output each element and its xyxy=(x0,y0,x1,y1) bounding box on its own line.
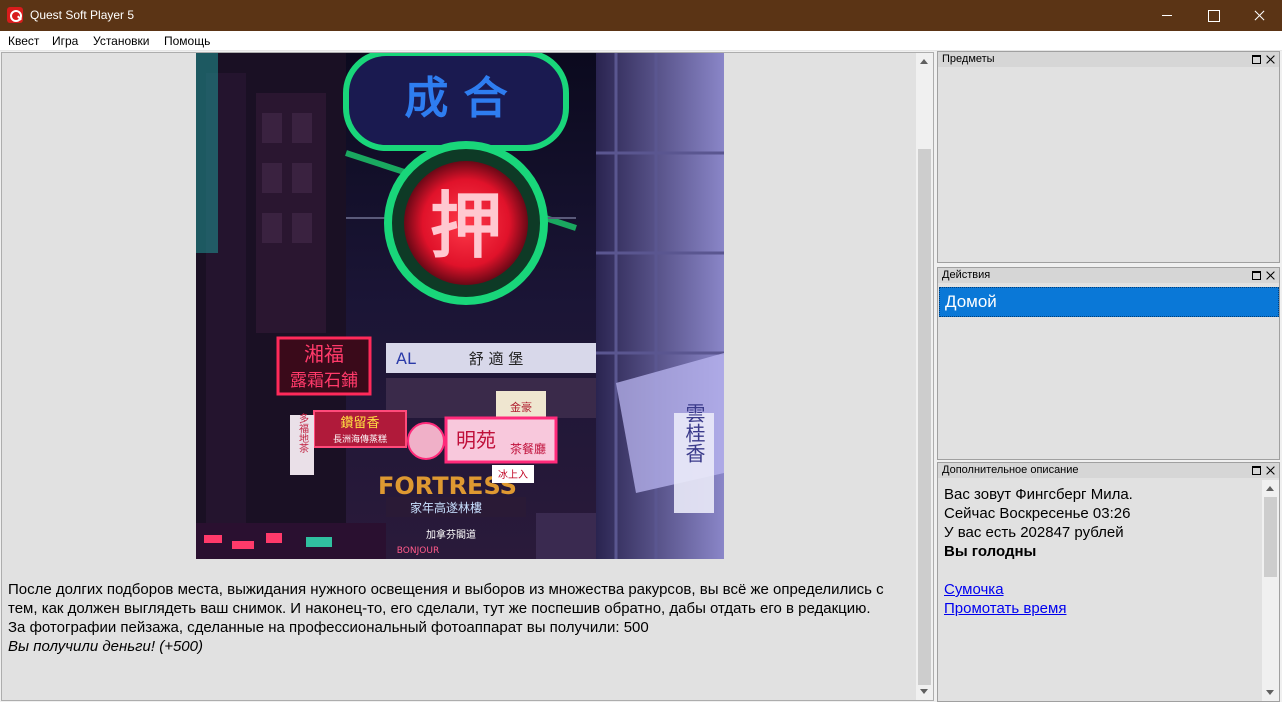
al-sign: AL xyxy=(396,349,416,368)
close-icon[interactable] xyxy=(1236,0,1282,31)
actions-panel-title: Действия xyxy=(942,269,991,281)
float-panel-icon[interactable] xyxy=(1252,271,1261,280)
scroll-up-icon[interactable] xyxy=(1266,486,1274,491)
close-panel-icon[interactable] xyxy=(1265,54,1275,64)
actions-panel-header: Действия xyxy=(938,268,1279,283)
float-panel-icon[interactable] xyxy=(1252,55,1261,64)
story-paragraph: За фотографии пейзажа, сделанные на проф… xyxy=(8,619,649,636)
pink-neon-sign-2: 茶餐廳 xyxy=(510,441,546,456)
neon-street-illustration: 成 合 押 湘福 露霜石鋪 AL 舒 適 堡 金豪 鑽留香 長洲海傳蒸糕 多福地… xyxy=(196,53,724,559)
hunger-status: Вы голодны xyxy=(944,543,1037,560)
ad-sign: 冰上入 xyxy=(498,468,528,481)
menu-help[interactable]: Помощь xyxy=(164,34,210,48)
description-body: Вас зовут Фингсберг Мила. Сейчас Воскрес… xyxy=(944,485,1259,618)
minimize-icon[interactable] xyxy=(1144,0,1190,31)
description-scrollbar[interactable] xyxy=(1262,480,1279,701)
window-title: Quest Soft Player 5 xyxy=(30,8,135,22)
menu-quest[interactable]: Квест xyxy=(8,34,39,48)
close-panel-icon[interactable] xyxy=(1265,465,1275,475)
pink-neon-sign: 明苑 xyxy=(456,428,496,452)
main-scrollbar[interactable] xyxy=(916,53,933,700)
scroll-thumb[interactable] xyxy=(918,149,931,685)
round-neon-sign: 押 xyxy=(430,184,502,268)
menu-settings[interactable]: Установки xyxy=(93,34,149,48)
menu-game[interactable]: Игра xyxy=(52,34,78,48)
skip-time-link[interactable]: Промотать время xyxy=(944,599,1259,618)
items-panel: Предметы xyxy=(937,51,1280,263)
quest-soft-logo-icon xyxy=(7,7,23,23)
money-message: Вы получили деньги! (+500) xyxy=(8,638,203,655)
scroll-thumb[interactable] xyxy=(1264,497,1277,577)
bag-link[interactable]: Сумочка xyxy=(944,580,1259,599)
middle-banner-sign: 舒 適 堡 xyxy=(469,350,524,368)
left-neon-sign-2: 露霜石鋪 xyxy=(290,371,358,391)
scroll-down-icon[interactable] xyxy=(920,689,928,694)
left-neon-sign: 湘福 xyxy=(304,342,344,366)
description-panel-title: Дополнительное описание xyxy=(942,464,1079,476)
items-panel-header: Предметы xyxy=(938,52,1279,67)
description-panel-header: Дополнительное описание xyxy=(938,463,1279,478)
items-panel-title: Предметы xyxy=(942,53,995,65)
bottom-sign: 加拿芬閣道 xyxy=(426,528,476,541)
float-panel-icon[interactable] xyxy=(1252,466,1261,475)
story-paragraph: После долгих подборов места, выжидания н… xyxy=(8,581,884,617)
main-area: 成 合 押 湘福 露霜石鋪 AL 舒 適 堡 金豪 鑽留香 長洲海傳蒸糕 多福地… xyxy=(0,51,1282,702)
main-description-pane: 成 合 押 湘福 露霜石鋪 AL 舒 適 堡 金豪 鑽留香 長洲海傳蒸糕 多福地… xyxy=(1,52,934,701)
title-bar: Quest Soft Player 5 xyxy=(0,0,1282,31)
red-shop-sign: 鑽留香 xyxy=(340,415,379,431)
actions-panel: Действия Домой xyxy=(937,267,1280,460)
extra-description-panel: Дополнительное описание Вас зовут Фингсб… xyxy=(937,462,1280,702)
scroll-up-icon[interactable] xyxy=(920,59,928,64)
pink-small-sign: 長洲海傳蒸糕 xyxy=(333,433,387,445)
top-neon-sign: 成 合 xyxy=(404,73,507,124)
left-vertical-sign: 多福地茶 xyxy=(297,412,309,453)
time-line: Сейчас Воскресенье 03:26 xyxy=(944,505,1131,522)
close-panel-icon[interactable] xyxy=(1265,270,1275,280)
player-name-line: Вас зовут Фингсберг Мила. xyxy=(944,486,1133,503)
scroll-down-icon[interactable] xyxy=(1266,690,1274,695)
small-sign: 金豪 xyxy=(510,400,532,414)
action-home[interactable]: Домой xyxy=(939,287,1279,317)
shop-sign: 家年高遂林樓 xyxy=(410,500,482,515)
bonjour-sign: BONJOUR xyxy=(397,546,439,556)
maximize-icon[interactable] xyxy=(1190,0,1236,31)
money-line: У вас есть 202847 рублей xyxy=(944,524,1124,541)
menu-bar: Квест Игра Установки Помощь xyxy=(0,31,1282,51)
scene-image: 成 合 押 湘福 露霜石鋪 AL 舒 適 堡 金豪 鑽留香 長洲海傳蒸糕 多福地… xyxy=(196,53,724,559)
right-vertical-sign: 雲桂香 xyxy=(682,403,706,463)
story-text: После долгих подборов места, выжидания н… xyxy=(8,580,908,656)
